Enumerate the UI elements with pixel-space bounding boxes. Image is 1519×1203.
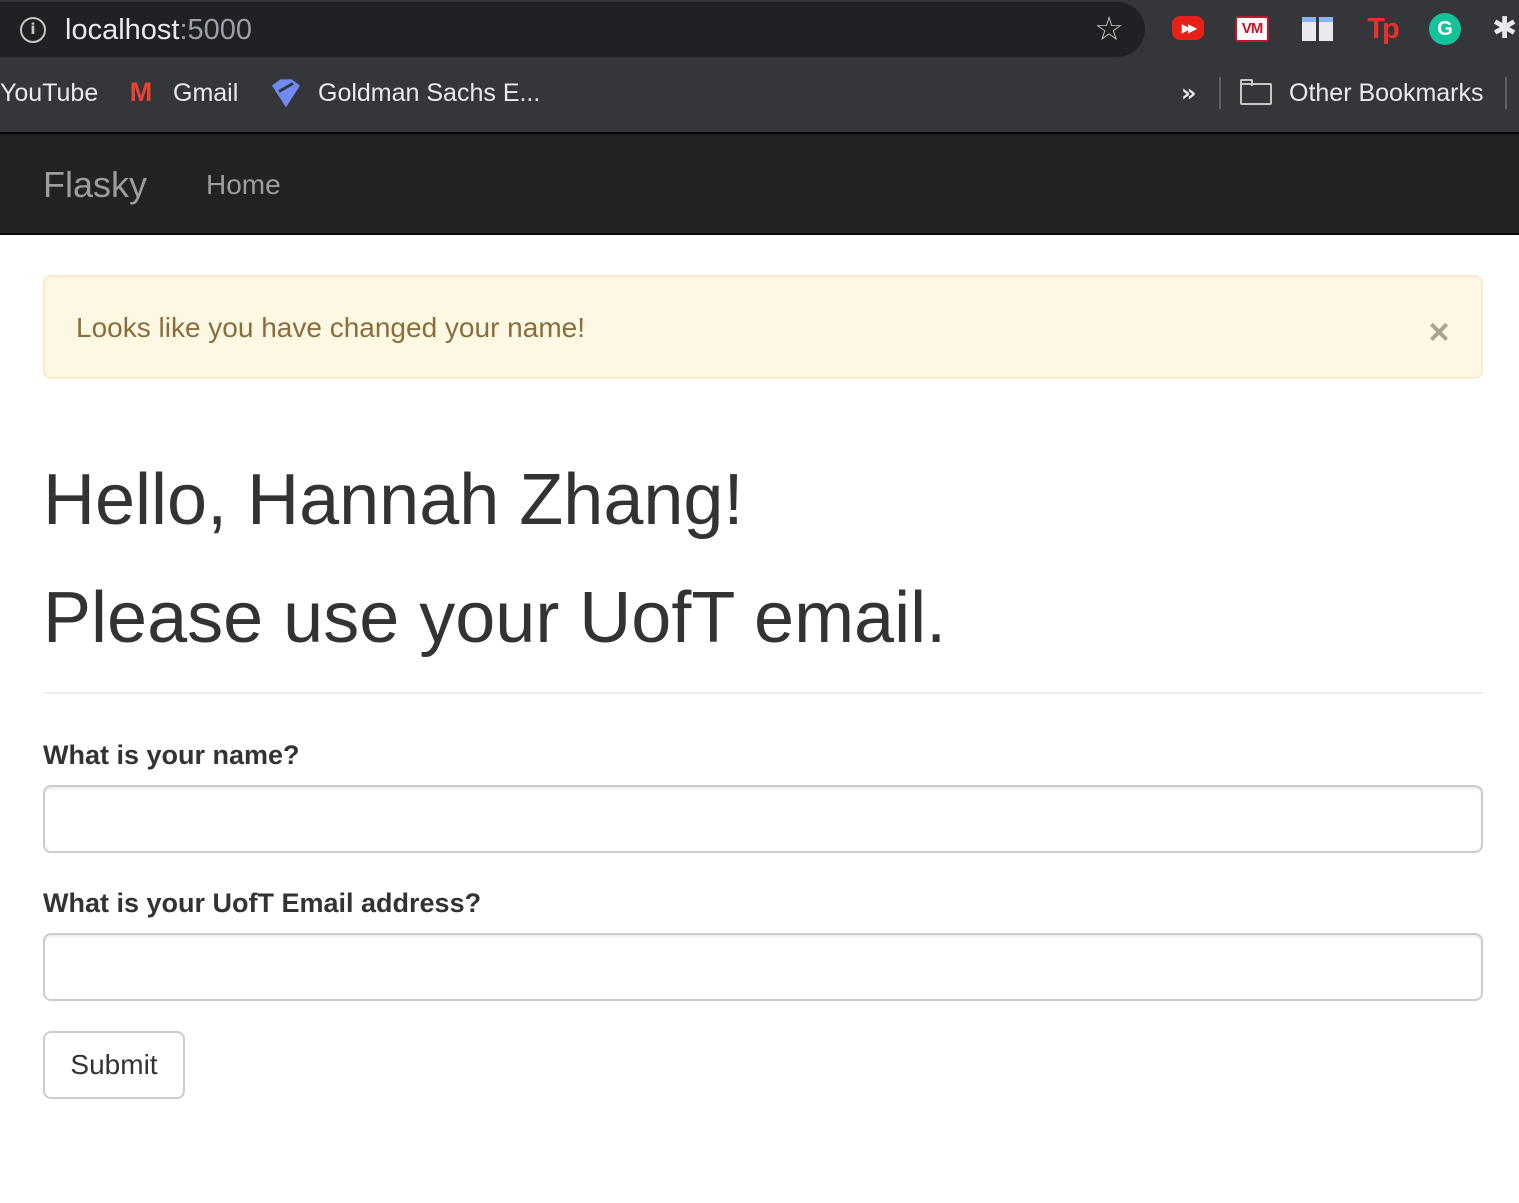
address-bar[interactable]: i localhost:5000 ☆ [0,2,1145,57]
vm-icon[interactable]: VM [1235,12,1269,46]
tp-icon[interactable]: Tp [1365,12,1399,46]
gmail-icon: M [129,77,153,108]
nav-link-home[interactable]: Home [206,169,281,201]
flash-alert: Looks like you have changed your name! × [43,275,1483,379]
close-icon[interactable]: × [1422,313,1456,351]
name-input[interactable] [43,785,1483,853]
bookmark-gmail[interactable]: M Gmail [125,76,239,110]
url-host: localhost [65,14,180,46]
grammarly-icon[interactable]: G [1428,12,1462,46]
submit-button[interactable]: Submit [43,1031,185,1099]
puzzle-icon[interactable]: ✱ [1492,12,1519,46]
other-bookmarks[interactable]: Other Bookmarks [1240,76,1484,110]
bookmark-divider [1505,77,1507,109]
greeting-heading: Hello, Hannah Zhang! [43,460,744,540]
bookmark-label: Goldman Sachs E... [318,79,541,107]
url-port: :5000 [179,14,253,46]
alert-message: Looks like you have changed your name! [76,312,585,343]
browser-chrome: i localhost:5000 ☆ ▶▶ VM Tp G ✱ YouTube … [0,0,1519,132]
bookmark-goldman-sachs[interactable]: Goldman Sachs E... [270,76,540,110]
folder-icon [1240,79,1272,106]
info-icon[interactable]: i [20,17,46,43]
bookmark-label: Gmail [173,79,239,107]
goldman-sachs-icon [270,78,302,108]
bookmark-label: YouTube [0,79,99,107]
navbar-brand[interactable]: Flasky [43,164,147,206]
url-text[interactable]: localhost:5000 [65,13,252,47]
bookmark-star-icon[interactable]: ☆ [1092,11,1126,47]
youtube-icon[interactable]: ▶▶ [1171,12,1205,46]
other-bookmarks-label: Other Bookmarks [1289,79,1484,107]
bookmark-youtube[interactable]: YouTube [0,76,98,110]
reader-icon[interactable] [1301,12,1335,46]
name-label: What is your name? [43,740,300,770]
divider [43,692,1483,694]
bookmark-divider [1219,77,1221,109]
subheading: Please use your UofT email. [43,578,947,658]
more-bookmarks-icon[interactable]: » [1181,76,1201,110]
email-input[interactable] [43,933,1483,1001]
email-label: What is your UofT Email address? [43,888,482,918]
navbar: Flasky Home [0,132,1519,235]
